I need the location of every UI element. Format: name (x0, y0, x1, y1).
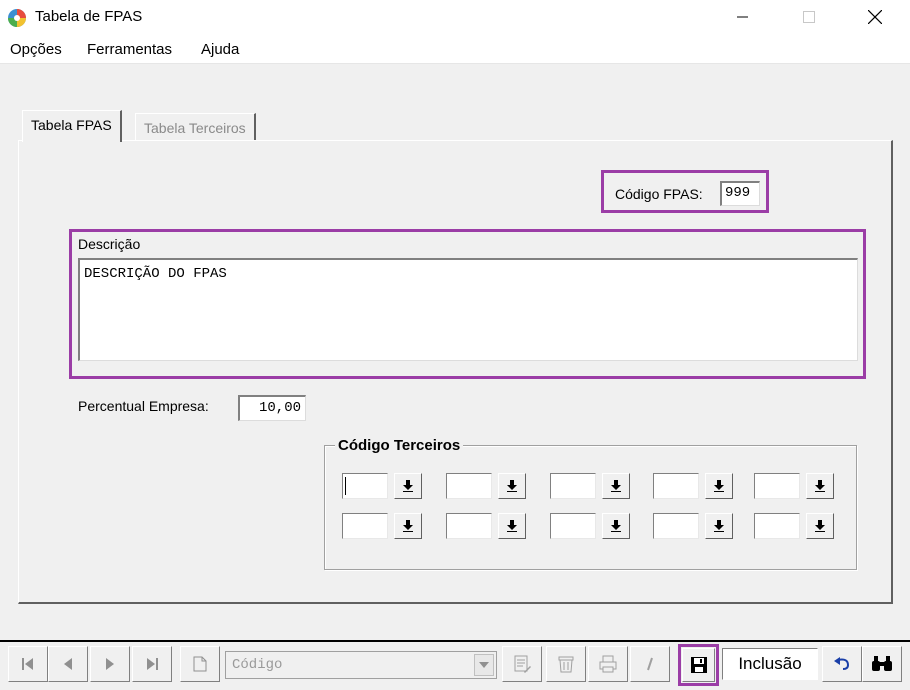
descricao-textarea[interactable]: DESCRIÇÃO DO FPAS (78, 258, 858, 361)
menu-bar: Opções Ferramentas Ajuda (0, 36, 910, 64)
italic-button[interactable] (630, 646, 670, 682)
print-icon (599, 655, 617, 673)
menu-ajuda[interactable]: Ajuda (201, 41, 239, 58)
undo-button[interactable] (822, 646, 862, 682)
undo-icon (834, 657, 850, 670)
codigo-fpas-input[interactable]: 999 (720, 181, 760, 206)
terceiro-field-7[interactable] (446, 513, 492, 539)
codigo-fpas-label: Código FPAS: (615, 186, 703, 202)
descricao-label: Descrição (78, 236, 141, 252)
terceiro-lookup-button-3[interactable] (602, 473, 630, 499)
next-record-button[interactable] (90, 646, 130, 682)
download-arrow-icon (815, 480, 825, 492)
first-record-icon (22, 658, 33, 670)
minimize-icon (737, 16, 748, 18)
download-arrow-icon (815, 520, 825, 532)
codigo-terceiros-group (324, 445, 857, 570)
edit-document-icon (514, 655, 531, 673)
terceiro-field-4[interactable] (653, 473, 699, 499)
close-icon (868, 10, 882, 24)
italic-icon (647, 657, 653, 671)
terceiro-lookup-button-4[interactable] (705, 473, 733, 499)
edit-document-button[interactable] (502, 646, 542, 682)
download-arrow-icon (403, 520, 413, 532)
search-dropdown-button[interactable] (474, 654, 494, 676)
search-combo[interactable]: Código (225, 651, 497, 679)
window-title: Tabela de FPAS (35, 8, 143, 25)
download-arrow-icon (507, 520, 517, 532)
download-arrow-icon (403, 480, 413, 492)
save-icon (690, 657, 707, 673)
download-arrow-icon (611, 520, 621, 532)
terceiro-lookup-button-8[interactable] (602, 513, 630, 539)
terceiro-lookup-button-7[interactable] (498, 513, 526, 539)
find-button[interactable] (862, 646, 902, 682)
terceiro-field-6[interactable] (342, 513, 388, 539)
save-button[interactable] (682, 648, 715, 682)
maximize-button[interactable] (786, 0, 832, 34)
previous-record-icon (64, 658, 72, 670)
title-bar: Tabela de FPAS (0, 0, 910, 36)
percentual-empresa-input[interactable]: 10,00 (238, 395, 306, 421)
terceiro-field-2[interactable] (446, 473, 492, 499)
download-arrow-icon (714, 520, 724, 532)
terceiro-field-5[interactable] (754, 473, 800, 499)
search-combo-text: Código (232, 657, 283, 673)
minimize-button[interactable] (720, 0, 766, 34)
delete-icon (558, 656, 574, 673)
next-record-icon (106, 658, 114, 670)
terceiro-field-3[interactable] (550, 473, 596, 499)
terceiro-lookup-button-2[interactable] (498, 473, 526, 499)
terceiro-field-9[interactable] (653, 513, 699, 539)
download-arrow-icon (611, 480, 621, 492)
print-button[interactable] (588, 646, 628, 682)
delete-button[interactable] (546, 646, 586, 682)
terceiro-lookup-button-6[interactable] (394, 513, 422, 539)
first-record-button[interactable] (8, 646, 48, 682)
tab-tabela-terceiros[interactable]: Tabela Terceiros (135, 113, 256, 143)
previous-record-button[interactable] (48, 646, 88, 682)
binoculars-icon (872, 656, 892, 671)
new-document-icon (193, 656, 207, 672)
app-icon (8, 9, 26, 27)
terceiro-lookup-button-5[interactable] (806, 473, 834, 499)
terceiro-field-8[interactable] (550, 513, 596, 539)
terceiro-lookup-button-9[interactable] (705, 513, 733, 539)
terceiro-lookup-button-1[interactable] (394, 473, 422, 499)
percentual-empresa-label: Percentual Empresa: (78, 398, 209, 414)
close-button[interactable] (852, 0, 898, 34)
terceiro-field-10[interactable] (754, 513, 800, 539)
download-arrow-icon (507, 480, 517, 492)
maximize-icon (803, 11, 815, 23)
codigo-terceiros-label: Código Terceiros (335, 437, 464, 454)
terceiro-field-1[interactable] (342, 473, 388, 499)
menu-opcoes[interactable]: Opções (10, 41, 62, 58)
new-document-button[interactable] (180, 646, 220, 682)
download-arrow-icon (714, 480, 724, 492)
mode-status: Inclusão (722, 648, 818, 680)
last-record-icon (147, 658, 158, 670)
search-dropdown-icon (479, 662, 489, 668)
tab-tabela-fpas[interactable]: Tabela FPAS (22, 110, 122, 142)
last-record-button[interactable] (132, 646, 172, 682)
menu-ferramentas[interactable]: Ferramentas (87, 41, 172, 58)
terceiro-lookup-button-10[interactable] (806, 513, 834, 539)
